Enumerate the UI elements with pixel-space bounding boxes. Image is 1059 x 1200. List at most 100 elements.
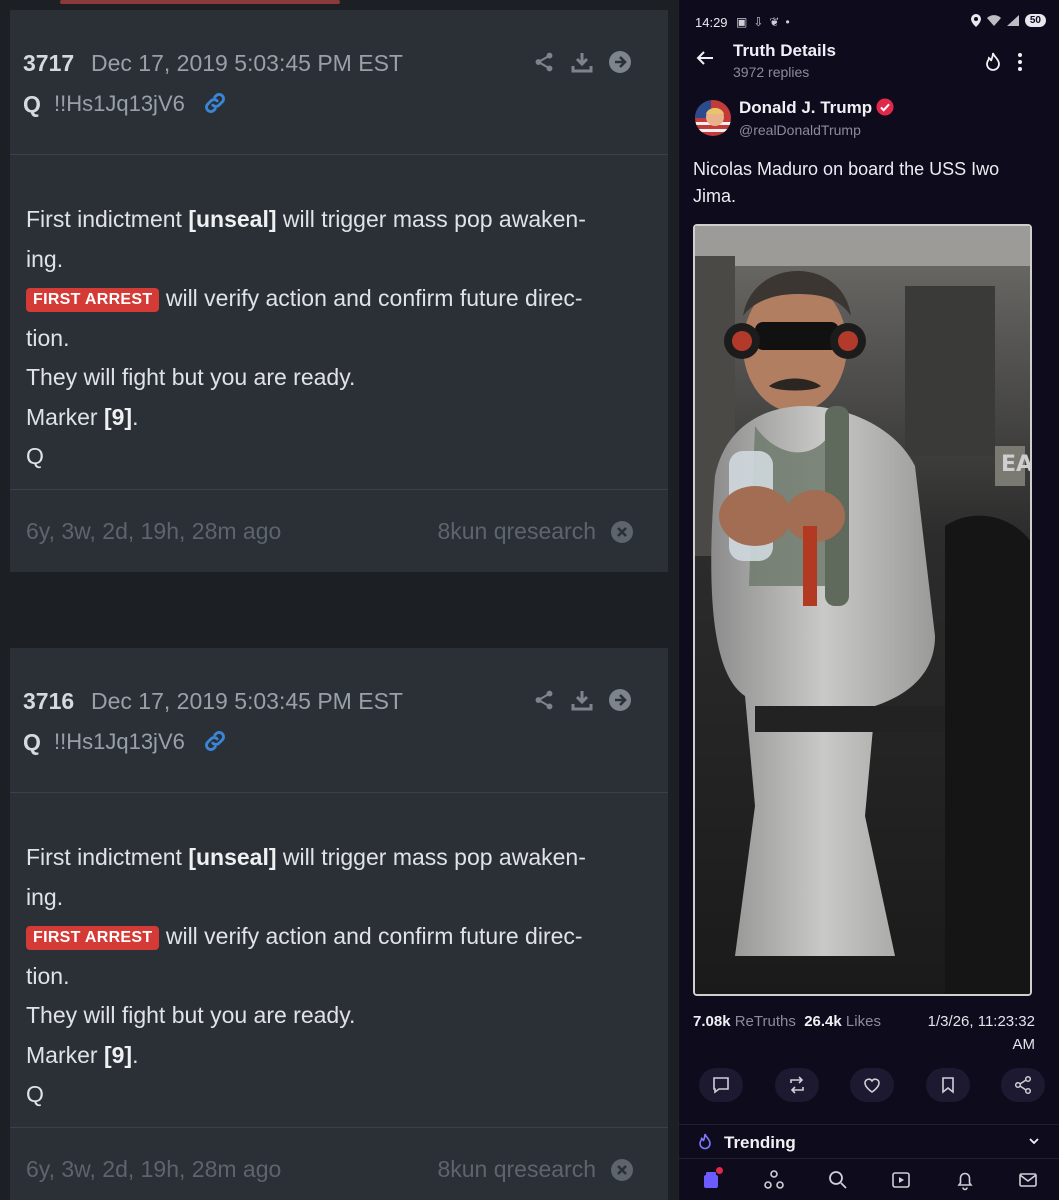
link-icon[interactable]	[202, 728, 228, 754]
reply-button[interactable]	[699, 1068, 743, 1102]
post-text-bold: [unseal]	[188, 206, 277, 232]
post-footer: 6y, 3w, 2d, 19h, 28m ago 8kun qresearch	[10, 1127, 668, 1200]
author-name: Donald J. Trump	[739, 98, 894, 118]
first-arrest-badge: FIRST ARREST	[26, 926, 160, 950]
truth-social-screen: 14:29 ▣ ⇩ ❦ • 50 Truth Details 3972 repl…	[678, 0, 1059, 1200]
post-header: 3716 Dec 17, 2019 5:03:45 PM EST Q !!Hs1…	[10, 648, 668, 793]
retruths-label[interactable]: ReTruths	[735, 1013, 796, 1030]
post-text: will trigger mass pop awaken-	[276, 844, 586, 870]
download-status-icon: ⇩	[753, 15, 764, 29]
post-text: tion.	[26, 324, 70, 351]
more-menu-icon[interactable]	[1015, 52, 1025, 72]
likes-count: 26.4k	[804, 1013, 842, 1030]
video-icon	[892, 1171, 911, 1188]
open-arrow-icon[interactable]	[608, 686, 632, 714]
link-icon[interactable]	[202, 90, 228, 116]
post-text: .	[132, 1041, 139, 1068]
author-handle: @realDonaldTrump	[739, 122, 861, 138]
post-text: They will fight but you are ready.	[26, 364, 356, 390]
bookmark-icon	[941, 1077, 954, 1094]
post-source-link[interactable]: 8kun qresearch	[437, 518, 596, 545]
post-body: First indictment [unseal] will trigger m…	[26, 200, 646, 477]
search-icon	[828, 1170, 847, 1189]
notification-dot	[715, 1166, 723, 1174]
scroll-indicator	[60, 0, 340, 4]
trending-section[interactable]: Trending	[679, 1124, 1059, 1158]
like-button[interactable]	[850, 1068, 894, 1102]
post-date: Dec 17, 2019 5:03:45 PM EST	[91, 688, 403, 714]
open-arrow-icon[interactable]	[608, 48, 632, 76]
location-icon	[970, 14, 981, 27]
bell-icon	[957, 1172, 973, 1190]
download-icon[interactable]	[570, 686, 594, 714]
post-text-bold: [9]	[103, 403, 133, 430]
post-text: will verify action and confirm future di…	[159, 285, 583, 311]
flame-icon[interactable]	[984, 52, 1002, 72]
photo-image: EA	[695, 226, 1032, 994]
reply-count: 3972 replies	[733, 64, 810, 80]
post-text: They will fight but you are ready.	[26, 1002, 356, 1028]
author-row[interactable]: Donald J. Trump @realDonaldTrump	[695, 98, 1045, 142]
reply-icon	[713, 1077, 729, 1094]
chevron-down-icon[interactable]	[1028, 1135, 1040, 1147]
post-actions	[532, 686, 632, 714]
post-actions-bar	[699, 1068, 1045, 1102]
back-arrow-icon[interactable]	[695, 48, 715, 68]
post-stats: 1/3/26, 11:23:32 AM 7.08k ReTruths 26.4k…	[693, 1010, 1035, 1056]
nav-messages[interactable]	[1014, 1166, 1042, 1194]
post-source-link[interactable]: 8kun qresearch	[437, 1156, 596, 1183]
post-number: 3716	[23, 688, 75, 714]
share-button[interactable]	[1001, 1068, 1045, 1102]
post-text: tion.	[26, 962, 70, 989]
heart-icon	[864, 1078, 880, 1093]
share-icon	[1014, 1075, 1032, 1095]
post-text: ing.	[26, 245, 64, 272]
post-text-bold: [9]	[103, 1041, 133, 1068]
post-header: 3717 Dec 17, 2019 5:03:45 PM EST Q !!Hs1…	[10, 10, 668, 155]
post-author: Q	[23, 91, 41, 117]
nav-notifications[interactable]	[951, 1166, 979, 1194]
post-signature: Q	[26, 1081, 44, 1107]
likes-label[interactable]: Likes	[846, 1013, 881, 1030]
bottom-nav	[679, 1158, 1059, 1200]
share-icon[interactable]	[532, 48, 556, 76]
mail-icon	[1019, 1172, 1038, 1187]
post-text: Marker	[26, 1041, 104, 1068]
status-right: 50	[970, 14, 1046, 27]
page-title: Truth Details	[733, 41, 836, 60]
post-text: Marker	[26, 403, 104, 430]
post-photo[interactable]: EA	[693, 224, 1032, 996]
screenshot-icon: ▣	[736, 15, 748, 29]
download-icon[interactable]	[570, 48, 594, 76]
nav-search[interactable]	[824, 1166, 852, 1194]
leaf-icon: ❦	[769, 15, 780, 29]
status-time: 14:29	[695, 15, 728, 30]
post-text: will trigger mass pop awaken-	[276, 206, 586, 232]
post-tripcode: !!Hs1Jq13jV6	[54, 729, 185, 754]
post-text-bold: [unseal]	[188, 844, 277, 870]
qposts-panel: 3717 Dec 17, 2019 5:03:45 PM EST Q !!Hs1…	[0, 0, 680, 1200]
author-name-text: Donald J. Trump	[739, 98, 873, 117]
groups-icon	[764, 1169, 785, 1189]
avatar[interactable]	[695, 100, 731, 136]
nav-home[interactable]	[697, 1166, 725, 1194]
first-arrest-badge: FIRST ARREST	[26, 288, 160, 312]
verified-badge-icon	[876, 98, 894, 116]
retruth-icon	[789, 1076, 804, 1094]
post-age: 6y, 3w, 2d, 19h, 28m ago	[26, 518, 282, 544]
post-tripcode: !!Hs1Jq13jV6	[54, 91, 185, 116]
svg-text:EA: EA	[1001, 452, 1032, 477]
flame-icon	[699, 1133, 711, 1150]
post-author: Q	[23, 729, 41, 755]
bookmark-button[interactable]	[925, 1068, 970, 1102]
retruths-count: 7.08k	[693, 1013, 731, 1030]
dot-icon: •	[785, 15, 790, 29]
nav-video[interactable]	[887, 1166, 915, 1194]
close-icon[interactable]	[610, 1158, 634, 1182]
nav-groups[interactable]	[760, 1166, 788, 1194]
retruth-button[interactable]	[774, 1068, 819, 1102]
share-icon[interactable]	[532, 686, 556, 714]
close-icon[interactable]	[610, 520, 634, 544]
post-text: First indictment	[26, 844, 189, 870]
app-bar: Truth Details 3972 replies	[679, 36, 1059, 86]
